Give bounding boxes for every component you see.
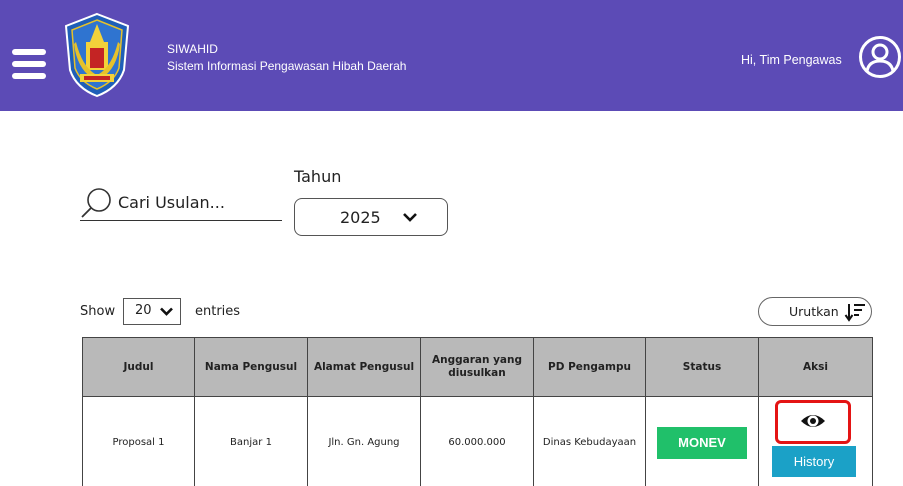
year-label: Tahun bbox=[294, 167, 342, 186]
cell-nama-pengusul: Banjar 1 bbox=[194, 396, 308, 486]
user-greeting: Hi, Tim Pengawas bbox=[741, 53, 842, 67]
chevron-down-icon bbox=[403, 213, 417, 222]
search-input[interactable] bbox=[118, 186, 280, 218]
entries-dropdown[interactable]: 20 bbox=[123, 298, 181, 325]
column-header-judul: Judul bbox=[82, 337, 195, 397]
column-header-anggaran: Anggaran yang diusulkan bbox=[420, 337, 534, 397]
cell-status: MONEV bbox=[645, 396, 759, 486]
hamburger-menu-icon[interactable] bbox=[12, 49, 46, 79]
column-header-aksi: Aksi bbox=[758, 337, 873, 397]
search-icon bbox=[81, 188, 111, 218]
cell-judul: Proposal 1 bbox=[82, 396, 195, 486]
status-badge: MONEV bbox=[657, 426, 747, 459]
provincial-emblem-logo bbox=[64, 12, 130, 98]
view-detail-button[interactable] bbox=[775, 400, 851, 444]
cell-anggaran: 60.000.000 bbox=[420, 396, 534, 486]
entries-selected-value: 20 bbox=[135, 303, 152, 318]
show-entries-label: Show bbox=[80, 304, 116, 319]
year-selected-value: 2025 bbox=[340, 208, 381, 227]
proposal-table: Judul Nama Pengusul Alamat Pengusul Angg… bbox=[82, 337, 873, 486]
sort-descending-icon bbox=[844, 304, 865, 322]
column-header-pd-pengampu: PD Pengampu bbox=[533, 337, 646, 397]
entries-suffix-label: entries bbox=[195, 304, 241, 319]
chevron-down-icon bbox=[160, 307, 173, 316]
table-header-row: Judul Nama Pengusul Alamat Pengusul Angg… bbox=[82, 337, 873, 397]
year-dropdown[interactable]: 2025 bbox=[294, 198, 448, 236]
cell-aksi: History bbox=[758, 396, 873, 486]
column-header-nama-pengusul: Nama Pengusul bbox=[194, 337, 308, 397]
cell-pd-pengampu: Dinas Kebudayaan bbox=[533, 396, 646, 486]
top-navbar: SIWAHID Sistem Informasi Pengawasan Hiba… bbox=[0, 0, 903, 111]
history-button[interactable]: History bbox=[772, 446, 856, 477]
column-header-status: Status bbox=[645, 337, 759, 397]
table-row: Proposal 1 Banjar 1 Jln. Gn. Agung 60.00… bbox=[82, 396, 873, 486]
eye-icon bbox=[801, 415, 825, 427]
app-name: SIWAHID bbox=[167, 42, 218, 56]
sort-label: Urutkan bbox=[789, 304, 839, 319]
column-header-alamat-pengusul: Alamat Pengusul bbox=[307, 337, 421, 397]
cell-alamat-pengusul: Jln. Gn. Agung bbox=[307, 396, 421, 486]
search-underline bbox=[80, 220, 282, 221]
app-subtitle: Sistem Informasi Pengawasan Hibah Daerah bbox=[167, 59, 407, 73]
user-avatar-icon[interactable] bbox=[858, 35, 902, 79]
sort-button[interactable]: Urutkan bbox=[758, 297, 872, 326]
